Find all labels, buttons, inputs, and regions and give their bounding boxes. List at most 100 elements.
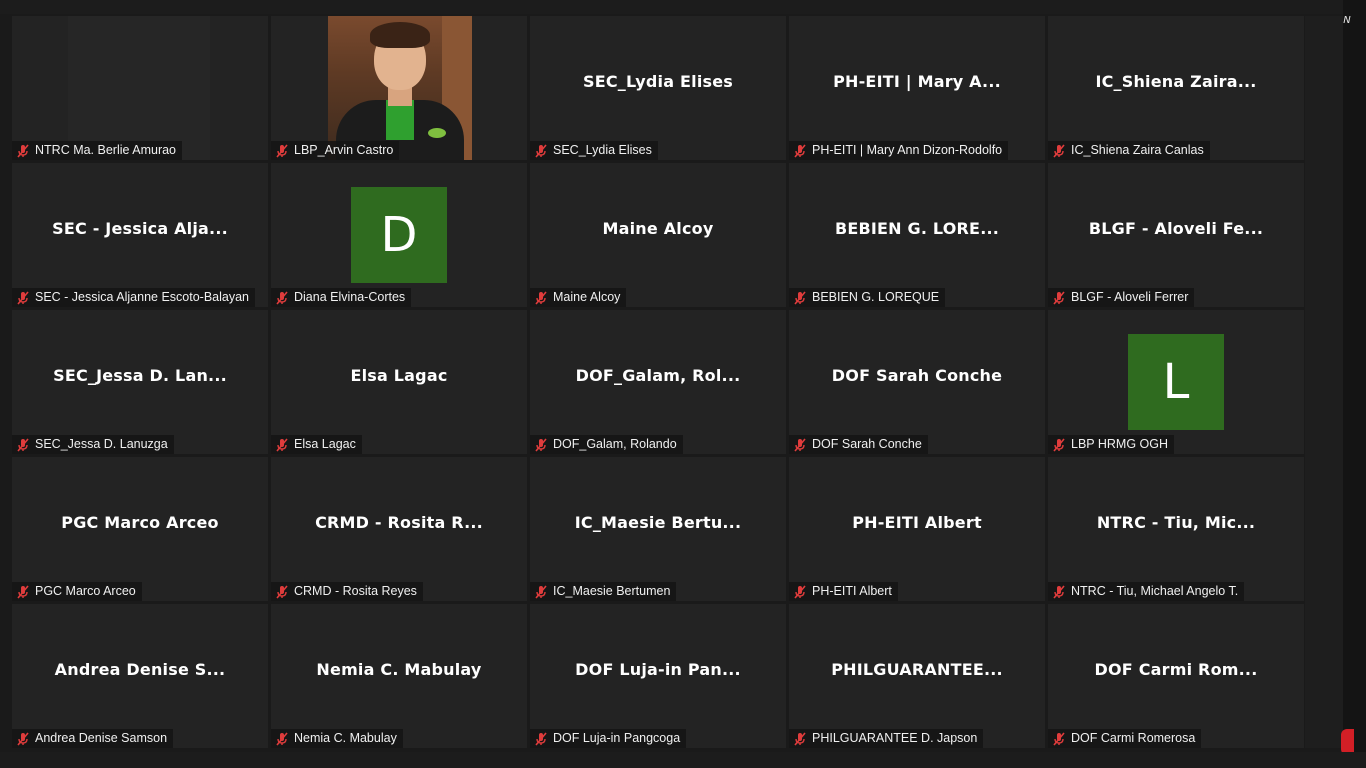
muted-mic-icon (1051, 143, 1067, 159)
participant-display-name: SEC - Jessica Alja... (52, 219, 228, 238)
muted-mic-icon (15, 584, 31, 600)
participant-tile[interactable]: DOF Luja-in Pan... DOF Luja-in Pangcoga (530, 604, 786, 748)
participant-tile[interactable]: L LBP HRMG OGH (1048, 310, 1304, 454)
participant-name-label: DOF Luja-in Pangcoga (553, 731, 681, 745)
participant-tile[interactable]: LBP_Arvin Castro (271, 16, 527, 160)
participant-display-name: IC_Maesie Bertu... (574, 513, 742, 532)
participant-tile[interactable]: SEC_Lydia Elises SEC_Lydia Elises (530, 16, 786, 160)
participant-tile[interactable]: BEBIEN G. LORE... BEBIEN G. LOREQUE (789, 163, 1045, 307)
participant-name-tag: IC_Shiena Zaira Canlas (1048, 141, 1210, 160)
corner-indicator-icon[interactable]: N (1337, 12, 1357, 30)
participant-name-tag: Maine Alcoy (530, 288, 627, 307)
participant-name-label: NTRC - Tiu, Michael Angelo T. (1071, 584, 1239, 598)
participant-tile[interactable]: Maine Alcoy Maine Alcoy (530, 163, 786, 307)
participant-tile[interactable]: Nemia C. Mabulay Nemia C. Mabulay (271, 604, 527, 748)
participant-name-label: IC_Shiena Zaira Canlas (1071, 143, 1204, 157)
participant-tile[interactable]: Elsa Lagac Elsa Lagac (271, 310, 527, 454)
participant-display-name: Maine Alcoy (602, 219, 714, 238)
participant-name-tag: DOF Luja-in Pangcoga (530, 729, 687, 748)
participant-name-tag: Elsa Lagac (271, 435, 362, 454)
participant-name-label: Diana Elvina-Cortes (294, 290, 406, 304)
muted-mic-icon (1051, 290, 1067, 306)
participant-video (328, 16, 472, 160)
participant-name-label: Maine Alcoy (553, 290, 621, 304)
participant-name-tag: LBP HRMG OGH (1048, 435, 1175, 454)
participant-tile[interactable]: BLGF - Aloveli Fe... BLGF - Aloveli Ferre… (1048, 163, 1304, 307)
participant-name-tag: LBP_Arvin Castro (271, 141, 400, 160)
participant-name-tag: NTRC - Tiu, Michael Angelo T. (1048, 582, 1245, 601)
participant-tile[interactable]: DOF Sarah Conche DOF Sarah Conche (789, 310, 1045, 454)
muted-mic-icon (1051, 437, 1067, 453)
participant-tile[interactable]: PH-EITI | Mary A... PH-EITI | Mary Ann Di… (789, 16, 1045, 160)
side-strip (1305, 16, 1343, 748)
participant-name-tag: BEBIEN G. LOREQUE (789, 288, 946, 307)
participant-tile[interactable]: Andrea Denise S... Andrea Denise Samson (12, 604, 268, 748)
participant-tile[interactable]: CRMD - Rosita R... CRMD - Rosita Reyes (271, 457, 527, 601)
participant-tile[interactable]: DOF Carmi Rom... DOF Carmi Romerosa (1048, 604, 1304, 748)
participant-name-label: DOF Sarah Conche (812, 437, 922, 451)
participant-tile[interactable]: NTRC Ma. Berlie Amurao (12, 16, 268, 160)
participant-name-label: BEBIEN G. LOREQUE (812, 290, 940, 304)
participant-name-label: DOF Carmi Romerosa (1071, 731, 1196, 745)
participant-tile[interactable]: IC_Shiena Zaira... IC_Shiena Zaira Canlas (1048, 16, 1304, 160)
participant-name-label: PGC Marco Arceo (35, 584, 136, 598)
participant-display-name: Elsa Lagac (350, 366, 448, 385)
participant-name-tag: PHILGUARANTEE D. Japson (789, 729, 984, 748)
participant-name-label: LBP_Arvin Castro (294, 143, 394, 157)
participant-display-name: BLGF - Aloveli Fe... (1088, 219, 1264, 238)
participant-name-label: Andrea Denise Samson (35, 731, 168, 745)
participant-display-name: Nemia C. Mabulay (316, 660, 482, 679)
participant-tile[interactable]: SEC_Jessa D. Lan... SEC_Jessa D. Lanuzga (12, 310, 268, 454)
participant-tile[interactable]: SEC - Jessica Alja... SEC - Jessica Aljan… (12, 163, 268, 307)
participant-name-tag: PH-EITI | Mary Ann Dizon-Rodolfo (789, 141, 1009, 160)
participant-avatar: L (1128, 334, 1224, 430)
muted-mic-icon (792, 290, 808, 306)
participant-name-label: IC_Maesie Bertumen (553, 584, 671, 598)
participant-name-tag: SEC - Jessica Aljanne Escoto-Balayan (12, 288, 255, 307)
muted-mic-icon (533, 731, 549, 747)
participant-display-name: BEBIEN G. LORE... (834, 219, 1000, 238)
participant-name-label: SEC - Jessica Aljanne Escoto-Balayan (35, 290, 249, 304)
muted-mic-icon (274, 584, 290, 600)
participant-tile[interactable]: PHILGUARANTEE... PHILGUARANTEE D. Japson (789, 604, 1045, 748)
participant-name-label: LBP HRMG OGH (1071, 437, 1169, 451)
participant-tile[interactable]: NTRC - Tiu, Mic... NTRC - Tiu, Michael An… (1048, 457, 1304, 601)
participant-display-name: CRMD - Rosita R... (315, 513, 483, 532)
participant-name-label: Elsa Lagac (294, 437, 356, 451)
participant-tile[interactable]: IC_Maesie Bertu... IC_Maesie Bertumen (530, 457, 786, 601)
participant-name-tag: DOF Sarah Conche (789, 435, 928, 454)
participant-name-tag: BLGF - Aloveli Ferrer (1048, 288, 1195, 307)
participant-name-tag: SEC_Jessa D. Lanuzga (12, 435, 174, 454)
participant-display-name: PGC Marco Arceo (61, 513, 219, 532)
participant-name-label: PHILGUARANTEE D. Japson (812, 731, 978, 745)
participant-name-tag: NTRC Ma. Berlie Amurao (12, 141, 183, 160)
participant-name-label: PH-EITI Albert (812, 584, 892, 598)
muted-mic-icon (533, 290, 549, 306)
muted-mic-icon (792, 584, 808, 600)
muted-mic-icon (15, 143, 31, 159)
participant-name-tag: Diana Elvina-Cortes (271, 288, 412, 307)
participant-grid: NTRC Ma. Berlie Amurao LBP_Arvin Castro SE… (12, 16, 1304, 748)
participant-name-label: NTRC Ma. Berlie Amurao (35, 143, 177, 157)
muted-mic-icon (533, 584, 549, 600)
participant-display-name: PHILGUARANTEE... (831, 660, 1003, 679)
participant-tile[interactable]: PGC Marco Arceo PGC Marco Arceo (12, 457, 268, 601)
participant-display-name: DOF Luja-in Pan... (575, 660, 741, 679)
participant-tile[interactable]: PH-EITI Albert PH-EITI Albert (789, 457, 1045, 601)
muted-mic-icon (15, 731, 31, 747)
muted-mic-icon (15, 437, 31, 453)
participant-name-tag: DOF Carmi Romerosa (1048, 729, 1202, 748)
top-edge (0, 0, 1366, 14)
muted-mic-icon (274, 437, 290, 453)
participant-tile[interactable]: DOF_Galam, Rol... DOF_Galam, Rolando (530, 310, 786, 454)
muted-mic-icon (533, 143, 549, 159)
participant-name-tag: DOF_Galam, Rolando (530, 435, 683, 454)
participant-name-tag: Nemia C. Mabulay (271, 729, 403, 748)
participant-name-tag: PGC Marco Arceo (12, 582, 142, 601)
participant-name-tag: SEC_Lydia Elises (530, 141, 658, 160)
participant-tile[interactable]: D Diana Elvina-Cortes (271, 163, 527, 307)
participant-display-name: Andrea Denise S... (54, 660, 226, 679)
muted-mic-icon (274, 731, 290, 747)
muted-mic-icon (15, 290, 31, 306)
participant-name-label: BLGF - Aloveli Ferrer (1071, 290, 1189, 304)
